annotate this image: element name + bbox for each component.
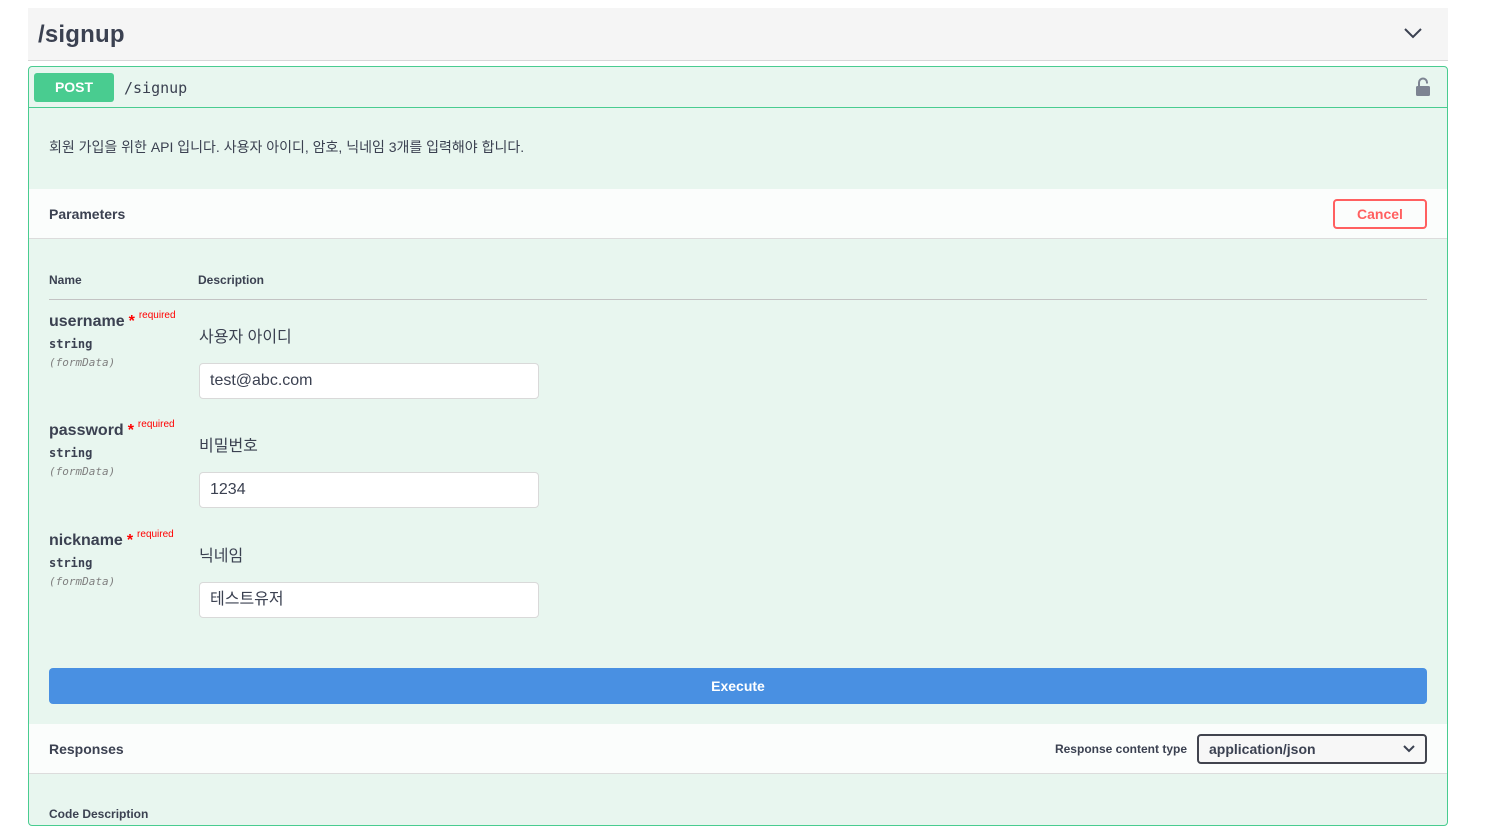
column-divider: [49, 299, 1427, 300]
method-badge: POST: [34, 73, 114, 102]
content-type-value: application/json: [1209, 741, 1316, 757]
param-description: 닉네임: [199, 548, 244, 565]
param-description: 비밀번호: [199, 438, 258, 455]
column-header-name: Name: [49, 273, 82, 287]
param-row-username: username * required string (formData) 사용자 …: [29, 310, 1447, 423]
responses-header: Responses Response content type applicat…: [29, 724, 1447, 774]
tag-header[interactable]: /signup: [28, 8, 1448, 61]
param-in: (formData): [49, 356, 116, 369]
param-in: (formData): [49, 465, 116, 478]
required-star: *: [127, 422, 134, 439]
param-in: (formData): [49, 575, 116, 588]
chevron-down-icon: [1403, 745, 1415, 753]
operation-description: 회원 가입을 위한 API 입니다. 사용자 아이디, 암호, 닉네임 3개를 …: [49, 139, 525, 155]
cancel-button[interactable]: Cancel: [1333, 199, 1427, 229]
param-type: string: [49, 556, 93, 570]
content-type-label: Response content type: [1054, 742, 1187, 756]
param-name: username: [49, 313, 125, 330]
required-label: required: [137, 419, 175, 430]
param-name: nickname: [49, 532, 123, 549]
column-header-description: Description: [198, 273, 265, 287]
param-name-label: password * required: [49, 419, 175, 440]
parameters-header: Parameters Cancel: [29, 189, 1447, 239]
required-star: *: [128, 313, 135, 330]
param-name-label: nickname * required: [49, 529, 174, 550]
execute-button[interactable]: Execute: [49, 668, 1427, 704]
param-type: string: [49, 337, 93, 351]
tag-title: /signup: [38, 21, 125, 48]
operation-summary[interactable]: POST /signup: [29, 67, 1447, 108]
param-name-label: username * required: [49, 310, 176, 331]
responses-title: Responses: [49, 741, 124, 757]
password-input[interactable]: 1234: [199, 472, 539, 508]
required-label: required: [138, 310, 176, 321]
parameters-title: Parameters: [49, 206, 126, 222]
lock-open-icon[interactable]: [1415, 77, 1431, 97]
username-input[interactable]: test@abc.com: [199, 363, 539, 399]
param-row-password: password * required string (formData) 비밀번호…: [29, 419, 1447, 532]
param-type: string: [49, 446, 93, 460]
content-type-select[interactable]: application/json: [1197, 734, 1427, 764]
operation-path: /signup: [124, 79, 188, 97]
nickname-input[interactable]: 테스트유저: [199, 582, 539, 618]
param-row-nickname: nickname * required string (formData) 닉네임 …: [29, 529, 1447, 642]
param-name: password: [49, 422, 124, 439]
responses-table-header: Code Description: [49, 807, 149, 821]
param-description: 사용자 아이디: [199, 329, 292, 346]
operation-block: POST /signup 회원 가입을 위한 API 입니다. 사용자 아이디,…: [28, 66, 1448, 826]
chevron-down-icon[interactable]: [1402, 25, 1424, 41]
required-star: *: [126, 532, 134, 549]
required-label: required: [137, 529, 174, 540]
